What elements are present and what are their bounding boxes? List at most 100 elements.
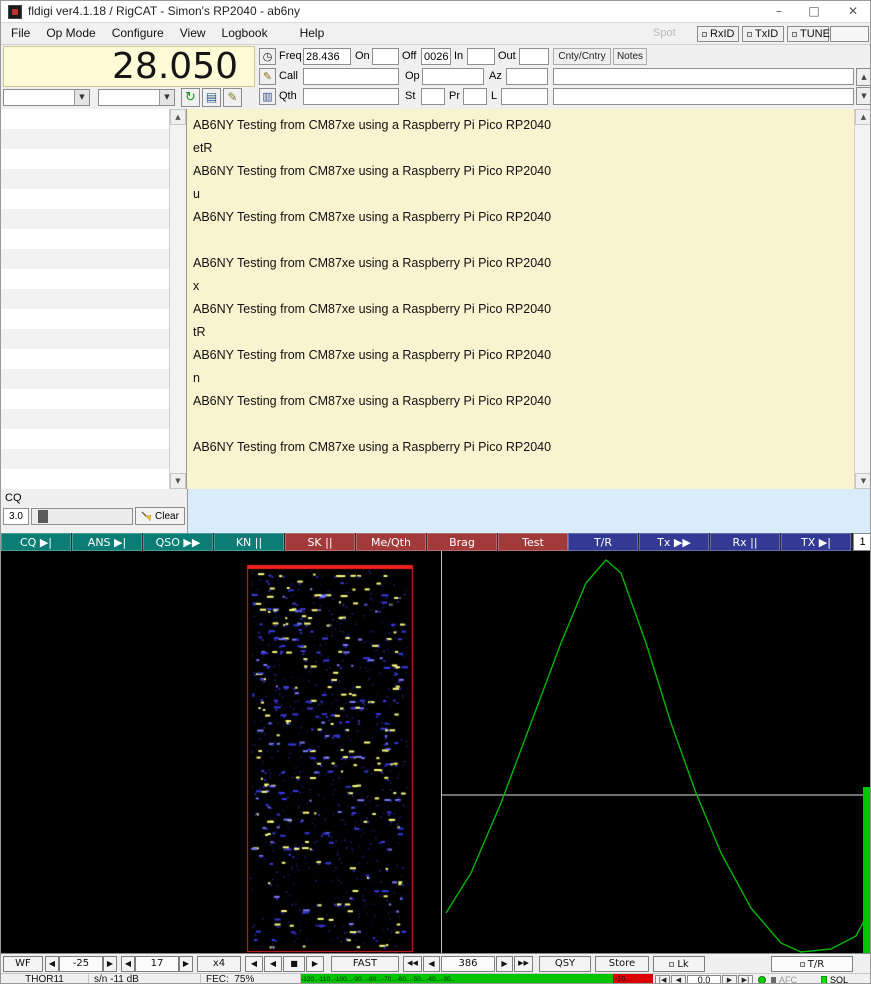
carrier-left-button[interactable]: ◀	[423, 956, 440, 972]
speed-button[interactable]: FAST	[331, 956, 399, 972]
squelch-slider[interactable]	[31, 508, 133, 525]
spot-button[interactable]: Spot	[653, 27, 676, 39]
carrier-value[interactable]: 386	[441, 956, 495, 972]
browser-row[interactable]	[1, 449, 169, 469]
browser-row[interactable]	[1, 349, 169, 369]
minimize-button[interactable]: –	[763, 1, 795, 23]
afc-toggle[interactable]: AFC	[771, 975, 815, 983]
shift-left-button[interactable]: ◀	[245, 956, 263, 972]
qth-input[interactable]	[303, 88, 399, 105]
field-scroll-down[interactable]: ▼	[856, 87, 870, 105]
st-input[interactable]	[421, 88, 445, 105]
browser-row[interactable]	[1, 469, 169, 489]
sync-button[interactable]: ↻	[181, 88, 200, 107]
shift-left-slow-button[interactable]: ◀	[264, 956, 282, 972]
off-input[interactable]	[421, 48, 451, 65]
macro-1-cq[interactable]: CQ ▶|	[1, 533, 71, 551]
browser-row[interactable]	[1, 209, 169, 229]
offset-left-button[interactable]: ◀	[671, 975, 686, 983]
scroll-down-icon[interactable]: ▼	[170, 473, 186, 489]
carrier-right-button[interactable]: ▶	[496, 956, 513, 972]
out-input[interactable]	[519, 48, 549, 65]
browser-scrollbar[interactable]: ▲ ▼	[169, 109, 186, 489]
shift-right-button[interactable]: ▶	[306, 956, 324, 972]
on-input[interactable]	[372, 48, 399, 65]
zoom-button[interactable]: x4	[197, 956, 241, 972]
macro-11-rx[interactable]: Rx ||	[710, 533, 780, 551]
macro-10-tx[interactable]: Tx ▶▶	[639, 533, 709, 551]
rx-text-panel[interactable]: AB6NY Testing from CM87xe using a Raspbe…	[187, 109, 854, 489]
offset-value[interactable]: 0.0	[687, 975, 721, 983]
range-down-button[interactable]: ◀	[121, 956, 135, 972]
mode-indicator[interactable]: THOR11	[1, 974, 89, 983]
menu-help[interactable]: Help	[292, 23, 333, 44]
frequency-display[interactable]: 28.050	[3, 46, 255, 87]
level-value[interactable]: -25	[59, 956, 103, 972]
browser-row[interactable]	[1, 229, 169, 249]
browser-row[interactable]	[1, 309, 169, 329]
field-scroll-up[interactable]: ▲	[856, 68, 870, 86]
call-input[interactable]	[303, 68, 399, 85]
squelch-slider-handle[interactable]	[38, 510, 48, 523]
maximize-button[interactable]: □	[798, 1, 830, 23]
edit-entry-button[interactable]: ✎	[223, 88, 242, 107]
loc-input[interactable]	[501, 88, 548, 105]
timer-button[interactable]: ◷	[259, 48, 276, 65]
macro-3-qso[interactable]: QSO ▶▶	[143, 533, 213, 551]
pr-input[interactable]	[463, 88, 487, 105]
scroll-up-icon[interactable]: ▲	[170, 109, 186, 125]
carrier-rewind-button[interactable]: ◀◀	[403, 956, 422, 972]
squelch-value[interactable]: 3.0	[3, 508, 29, 525]
clear-button[interactable]: Clear	[135, 507, 185, 525]
scroll-up-icon[interactable]: ▲	[855, 109, 870, 125]
browser-row[interactable]	[1, 109, 169, 129]
browser-row[interactable]	[1, 189, 169, 209]
level-up-button[interactable]: ▶	[103, 956, 117, 972]
offset-end-button[interactable]: ▶|	[738, 975, 753, 983]
mode-combo[interactable]: ▼	[3, 89, 90, 106]
macro-9-tr[interactable]: T/R	[568, 533, 638, 551]
macro-6-meqth[interactable]: Me/Qth	[356, 533, 426, 551]
menu-logbook[interactable]: Logbook	[214, 23, 276, 44]
chevron-down-icon[interactable]: ▼	[74, 90, 89, 105]
in-input[interactable]	[467, 48, 495, 65]
offset-home-button[interactable]: |◀	[655, 975, 670, 983]
op-input[interactable]	[422, 68, 484, 85]
browser-row[interactable]	[1, 409, 169, 429]
logbook-button[interactable]: ▤	[202, 88, 221, 107]
carrier-forward-button[interactable]: ▶▶	[514, 956, 533, 972]
menu-configure[interactable]: Configure	[104, 23, 172, 44]
rxid-button[interactable]: RxID	[697, 26, 739, 42]
close-button[interactable]: ✕	[834, 1, 870, 23]
sql-toggle[interactable]: SQL	[821, 975, 869, 983]
log-freq-input[interactable]	[303, 48, 351, 65]
browser-row[interactable]	[1, 369, 169, 389]
macro-4-kn[interactable]: KN ||	[214, 533, 284, 551]
browse-log-button[interactable]: ▥	[259, 88, 276, 105]
qsy-button[interactable]: QSY	[539, 956, 591, 972]
az-input[interactable]	[506, 68, 548, 85]
chevron-down-icon[interactable]: ▼	[159, 90, 174, 105]
macro-8-test[interactable]: Test	[498, 533, 568, 551]
offset-right-button[interactable]: ▶	[722, 975, 737, 983]
browser-row[interactable]	[1, 329, 169, 349]
browser-row[interactable]	[1, 389, 169, 409]
macro-page-button[interactable]: 1	[853, 533, 870, 551]
cnty-input[interactable]	[553, 68, 854, 85]
browser-row[interactable]	[1, 249, 169, 269]
macro-2-ans[interactable]: ANS ▶|	[72, 533, 142, 551]
range-up-button[interactable]: ▶	[179, 956, 193, 972]
browser-row[interactable]	[1, 149, 169, 169]
wf-mode-button[interactable]: WF	[3, 956, 43, 972]
macro-12-tx[interactable]: TX ▶|	[781, 533, 851, 551]
edit-button[interactable]: ✎	[259, 68, 276, 85]
menu-file[interactable]: File	[3, 23, 38, 44]
lock-button[interactable]: Lk	[653, 956, 705, 972]
tr-button[interactable]: T/R	[771, 956, 853, 972]
browser-row[interactable]	[1, 289, 169, 309]
macro-5-sk[interactable]: SK ||	[285, 533, 355, 551]
store-button[interactable]: Store	[595, 956, 649, 972]
tx-text-panel[interactable]	[187, 489, 870, 533]
level-down-button[interactable]: ◀	[45, 956, 59, 972]
band-combo[interactable]: ▼	[98, 89, 175, 106]
